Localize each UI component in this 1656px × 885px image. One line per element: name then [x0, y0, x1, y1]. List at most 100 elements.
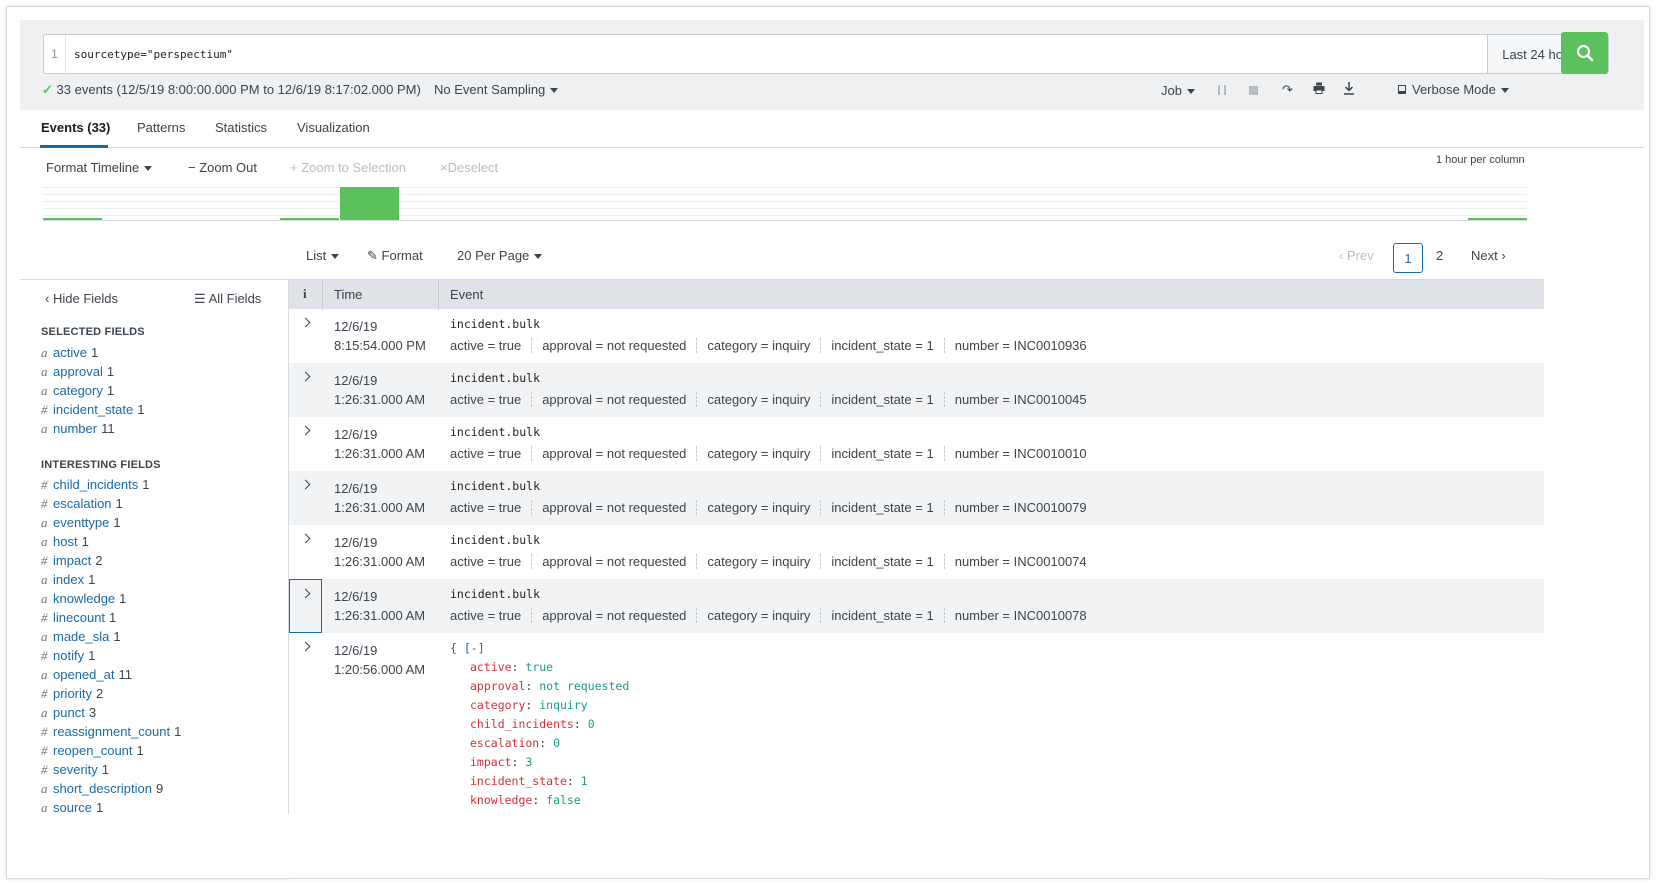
row-expand-button[interactable] [289, 579, 322, 633]
field-incident-state[interactable]: incident_state = 1 [831, 446, 945, 461]
json-value[interactable]: not requested [539, 679, 629, 693]
field-reassignment_count[interactable]: # reassignment_count 1 [41, 724, 181, 740]
page-2-button[interactable]: 2 [1436, 248, 1443, 263]
field-value[interactable]: not requested [607, 338, 687, 353]
field-incident-state[interactable]: incident_state = 1 [831, 392, 945, 407]
field-incident-state[interactable]: incident_state = 1 [831, 554, 945, 569]
field-value[interactable]: inquiry [772, 392, 810, 407]
json-key[interactable]: impact [470, 755, 512, 769]
field-category[interactable]: category = inquiry [707, 500, 822, 515]
json-value[interactable]: 1 [581, 774, 588, 788]
field-value[interactable]: 1 [926, 500, 933, 515]
zoom-to-selection-button[interactable]: + Zoom to Selection [290, 160, 406, 175]
field-value[interactable]: not requested [607, 608, 687, 623]
field-name[interactable]: knowledge [53, 591, 115, 606]
event-time[interactable]: 12/6/19 1:26:31.000 AM [334, 533, 425, 571]
timeline-bar[interactable] [280, 218, 339, 220]
field-name[interactable]: short_description [53, 781, 152, 796]
field-name[interactable]: notify [53, 648, 84, 663]
field-value[interactable]: not requested [607, 500, 687, 515]
field-name[interactable]: escalation [53, 496, 112, 511]
row-expand-button[interactable] [289, 417, 322, 471]
deselect-button[interactable]: ×Deselect [440, 160, 498, 175]
json-value[interactable]: false [546, 793, 581, 807]
field-name[interactable]: eventtype [53, 515, 109, 530]
tab-visualization[interactable]: Visualization [297, 120, 370, 135]
json-key[interactable]: approval [470, 679, 525, 693]
field-number[interactable]: number = INC0010079 [955, 500, 1097, 515]
field-approval[interactable]: approval = not requested [542, 500, 698, 515]
field-value[interactable]: true [499, 446, 521, 461]
field-name[interactable]: source [53, 800, 92, 815]
field-linecount[interactable]: # linecount 1 [41, 610, 116, 626]
field-number[interactable]: number = INC0010078 [955, 608, 1097, 623]
field-value[interactable]: 1 [926, 554, 933, 569]
field-name[interactable]: approval [53, 364, 103, 379]
field-approval[interactable]: approval = not requested [542, 446, 698, 461]
hide-fields-button[interactable]: ‹ Hide Fields [45, 291, 118, 306]
json-key[interactable]: knowledge [470, 793, 532, 807]
field-index[interactable]: a index 1 [41, 572, 95, 588]
field-number[interactable]: number = INC0010010 [955, 446, 1097, 461]
field-name[interactable]: reopen_count [53, 743, 133, 758]
json-value[interactable]: inquiry [539, 698, 587, 712]
event-time[interactable]: 12/6/19 1:20:56.000 AM [334, 641, 425, 679]
field-name[interactable]: child_incidents [53, 477, 138, 492]
field-category[interactable]: category = inquiry [707, 608, 822, 623]
field-name[interactable]: incident_state [53, 402, 133, 417]
field-made_sla[interactable]: a made_sla 1 [41, 629, 121, 645]
field-reopen_count[interactable]: # reopen_count 1 [41, 743, 144, 759]
field-value[interactable]: inquiry [772, 554, 810, 569]
field-name[interactable]: active [53, 345, 87, 360]
field-category[interactable]: category = inquiry [707, 392, 822, 407]
field-name[interactable]: impact [53, 553, 91, 568]
timeline-chart[interactable] [43, 187, 1527, 221]
field-name[interactable]: category [53, 383, 103, 398]
field-value[interactable]: INC0010045 [1014, 392, 1087, 407]
field-approval[interactable]: a approval 1 [41, 364, 114, 380]
event-time[interactable]: 12/6/19 8:15:54.000 PM [334, 317, 426, 355]
field-value[interactable]: INC0010010 [1014, 446, 1087, 461]
field-eventtype[interactable]: a eventtype 1 [41, 515, 121, 531]
json-key[interactable]: incident_state [470, 774, 567, 788]
field-approval[interactable]: approval = not requested [542, 392, 698, 407]
json-value[interactable]: 0 [553, 736, 560, 750]
job-menu[interactable]: Job [1161, 83, 1195, 98]
field-severity[interactable]: # severity 1 [41, 762, 109, 778]
event-time[interactable]: 12/6/19 1:26:31.000 AM [334, 479, 425, 517]
field-incident_state[interactable]: # incident_state 1 [41, 402, 144, 418]
json-key[interactable]: child_incidents [470, 717, 574, 731]
field-active[interactable]: active = true [450, 554, 533, 569]
field-value[interactable]: not requested [607, 392, 687, 407]
field-punct[interactable]: a punct 3 [41, 705, 96, 721]
field-value[interactable]: true [499, 554, 521, 569]
print-icon[interactable] [1313, 82, 1325, 97]
zoom-out-button[interactable]: − Zoom Out [188, 160, 257, 175]
field-category[interactable]: a category 1 [41, 383, 114, 399]
stop-icon[interactable] [1249, 86, 1258, 95]
event-time[interactable]: 12/6/19 1:26:31.000 AM [334, 371, 425, 409]
page-1-button[interactable]: 1 [1393, 243, 1423, 273]
tab-patterns[interactable]: Patterns [137, 120, 185, 135]
field-incident-state[interactable]: incident_state = 1 [831, 500, 945, 515]
field-value[interactable]: inquiry [772, 338, 810, 353]
row-expand-button[interactable] [289, 633, 322, 815]
field-value[interactable]: 1 [926, 446, 933, 461]
field-name[interactable]: priority [53, 686, 92, 701]
field-opened_at[interactable]: a opened_at 11 [41, 667, 132, 683]
search-input[interactable]: sourcetype="perspectium" [66, 48, 1487, 61]
field-escalation[interactable]: # escalation 1 [41, 496, 123, 512]
field-number[interactable]: number = INC0010936 [955, 338, 1097, 353]
field-approval[interactable]: approval = not requested [542, 338, 698, 353]
field-value[interactable]: INC0010079 [1014, 500, 1087, 515]
search-mode-dropdown[interactable]: Verbose Mode [1398, 82, 1509, 97]
tab-events[interactable]: Events (33) [41, 120, 110, 135]
event-time[interactable]: 12/6/19 1:26:31.000 AM [334, 587, 425, 625]
field-number[interactable]: number = INC0010074 [955, 554, 1097, 569]
field-approval[interactable]: approval = not requested [542, 554, 698, 569]
row-expand-button[interactable] [289, 525, 322, 579]
field-value[interactable]: INC0010936 [1014, 338, 1087, 353]
search-bar[interactable]: 1 sourcetype="perspectium" Last 24 hours [43, 34, 1609, 74]
field-active[interactable]: a active 1 [41, 345, 98, 361]
field-value[interactable]: INC0010074 [1014, 554, 1087, 569]
